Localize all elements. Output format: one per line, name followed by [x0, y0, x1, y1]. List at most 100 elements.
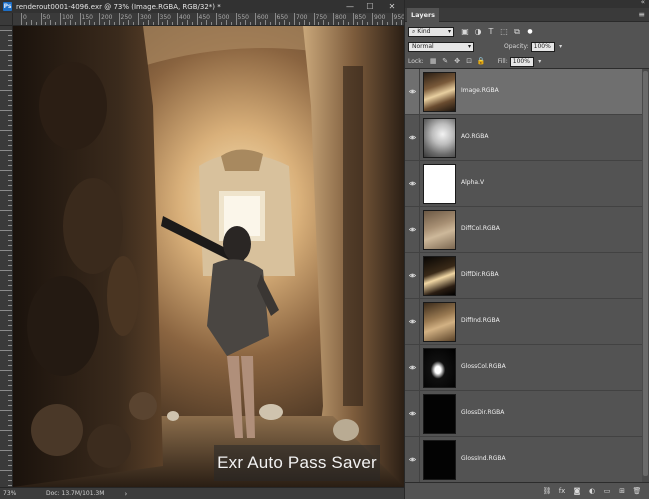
- new-layer-button[interactable]: ⊞: [616, 485, 628, 497]
- ruler-tick: [8, 480, 12, 481]
- close-button[interactable]: ✕: [384, 0, 400, 13]
- ruler-tick: [8, 305, 12, 306]
- image-canvas[interactable]: Exr Auto Pass Saver: [13, 26, 404, 487]
- ruler-major-tick: [313, 13, 315, 25]
- layer-row[interactable]: GlossInd.RGBA: [405, 437, 642, 483]
- layer-name[interactable]: DiffDir.RGBA: [461, 271, 499, 278]
- panel-menu-icon[interactable]: ≡: [638, 10, 645, 19]
- layer-row[interactable]: Alpha.V: [405, 161, 642, 207]
- layer-name[interactable]: Image.RGBA: [461, 87, 499, 94]
- layer-style-button[interactable]: fx: [556, 485, 568, 497]
- ruler-tick: [0, 170, 12, 171]
- zoom-level-field[interactable]: 73%: [0, 490, 28, 497]
- adjustment-filter-icon[interactable]: ◑: [473, 27, 483, 37]
- ruler-label: 500: [218, 14, 230, 21]
- ruler-label: 400: [179, 14, 191, 21]
- layer-row[interactable]: DiffDir.RGBA: [405, 253, 642, 299]
- layer-row[interactable]: Image.RGBA: [405, 69, 642, 115]
- layer-thumbnail[interactable]: [423, 256, 456, 296]
- ruler-minor-tick: [342, 20, 344, 25]
- collapse-panel-icon[interactable]: «: [641, 0, 645, 6]
- type-filter-icon[interactable]: T: [486, 27, 496, 37]
- shape-filter-icon[interactable]: ⬚: [499, 27, 509, 37]
- layer-visibility-toggle[interactable]: [405, 207, 420, 253]
- image-filter-icon[interactable]: ▣: [460, 27, 470, 37]
- ruler-tick: [8, 335, 12, 336]
- layer-thumbnail[interactable]: [423, 302, 456, 342]
- horizontal-ruler[interactable]: 0 50 100 150 200 250 300 350 400 450 500 550 600 650 7…: [13, 13, 404, 26]
- layer-thumbnail[interactable]: [423, 72, 456, 112]
- layers-list[interactable]: Image.RGBA AO.RGBA Alpha.V DiffCol.RGBA Diff…: [405, 68, 649, 483]
- layer-name[interactable]: DiffCol.RGBA: [461, 225, 500, 232]
- adjustment-layer-button[interactable]: ◐: [586, 485, 598, 497]
- layer-visibility-toggle[interactable]: [405, 115, 420, 161]
- layer-name[interactable]: Alpha.V: [461, 179, 484, 186]
- lock-position-icon[interactable]: ✥: [453, 57, 462, 66]
- ruler-label: 350: [159, 14, 171, 21]
- opacity-slider-arrow-icon[interactable]: ▾: [556, 42, 566, 52]
- layer-row[interactable]: AO.RGBA: [405, 115, 642, 161]
- ruler-major-tick: [352, 13, 354, 25]
- fill-slider-arrow-icon[interactable]: ▾: [535, 57, 545, 67]
- panel-dock-bar[interactable]: «: [405, 0, 649, 8]
- document-title-bar[interactable]: Ps renderout0001-4096.exr @ 73% (Image.R…: [0, 0, 404, 13]
- layer-visibility-toggle[interactable]: [405, 161, 420, 207]
- fill-field[interactable]: 100%: [509, 56, 534, 67]
- layer-thumbnail[interactable]: [423, 210, 456, 250]
- ruler-tick: [8, 65, 12, 66]
- layer-row[interactable]: GlossCol.RGBA: [405, 345, 642, 391]
- filter-toggle-icon[interactable]: ●: [525, 27, 535, 37]
- layer-row[interactable]: DiffInd.RGBA: [405, 299, 642, 345]
- layer-name[interactable]: GlossInd.RGBA: [461, 455, 506, 462]
- document-size-info[interactable]: Doc: 13.7M/101.3M: [46, 490, 104, 497]
- ruler-tick: [0, 450, 12, 451]
- maximize-button[interactable]: ☐: [362, 0, 378, 13]
- layer-row[interactable]: DiffCol.RGBA: [405, 207, 642, 253]
- layer-thumbnail[interactable]: [423, 118, 456, 158]
- ruler-tick: [8, 85, 12, 86]
- layer-visibility-toggle[interactable]: [405, 345, 420, 391]
- smart-object-filter-icon[interactable]: ⧉: [512, 27, 522, 37]
- opacity-field[interactable]: 100%: [530, 41, 555, 52]
- ruler-tick: [8, 120, 12, 121]
- vertical-ruler[interactable]: [0, 26, 13, 487]
- layer-row[interactable]: GlossDir.RGBA: [405, 391, 642, 437]
- ruler-tick: [0, 130, 12, 131]
- layer-name[interactable]: GlossDir.RGBA: [461, 409, 504, 416]
- lock-artboard-icon[interactable]: ⊡: [465, 57, 474, 66]
- ruler-minor-tick: [147, 20, 149, 25]
- ruler-major-tick: [21, 13, 22, 25]
- ruler-origin[interactable]: [0, 13, 13, 26]
- layer-name[interactable]: GlossCol.RGBA: [461, 363, 506, 370]
- ruler-tick: [8, 375, 12, 376]
- ruler-minor-tick: [206, 20, 208, 25]
- layer-visibility-toggle[interactable]: [405, 437, 420, 483]
- filter-kind-dropdown[interactable]: ⌕ Kind ▾: [408, 26, 454, 37]
- tab-layers[interactable]: Layers: [407, 8, 440, 22]
- layers-scrollbar-thumb[interactable]: [643, 71, 648, 476]
- lock-paint-icon[interactable]: ✎: [441, 57, 450, 66]
- layer-visibility-toggle[interactable]: [405, 253, 420, 299]
- layer-thumbnail[interactable]: [423, 164, 456, 204]
- delete-layer-button[interactable]: 🗑: [631, 485, 643, 497]
- ruler-major-tick: [294, 13, 295, 25]
- layer-thumbnail[interactable]: [423, 348, 456, 388]
- link-layers-button[interactable]: ⛓: [541, 485, 553, 497]
- status-menu-arrow-icon[interactable]: ›: [124, 490, 127, 498]
- blend-mode-dropdown[interactable]: Normal ▾: [408, 41, 474, 52]
- add-mask-button[interactable]: ◙: [571, 485, 583, 497]
- layers-scrollbar[interactable]: [642, 69, 649, 483]
- layer-name[interactable]: AO.RGBA: [461, 133, 488, 140]
- ruler-minor-tick: [103, 22, 105, 25]
- layer-thumbnail[interactable]: [423, 394, 456, 434]
- new-group-button[interactable]: ▭: [601, 485, 613, 497]
- document-tab-title[interactable]: renderout0001-4096.exr @ 73% (Image.RGBA…: [16, 3, 221, 11]
- layer-thumbnail[interactable]: [423, 440, 456, 480]
- minimize-button[interactable]: —: [342, 0, 358, 13]
- lock-transparent-icon[interactable]: ▦: [429, 57, 438, 66]
- layer-name[interactable]: DiffInd.RGBA: [461, 317, 500, 324]
- layer-visibility-toggle[interactable]: [405, 391, 420, 437]
- layer-visibility-toggle[interactable]: [405, 69, 420, 115]
- layer-visibility-toggle[interactable]: [405, 299, 420, 345]
- lock-all-icon[interactable]: 🔒: [477, 57, 486, 66]
